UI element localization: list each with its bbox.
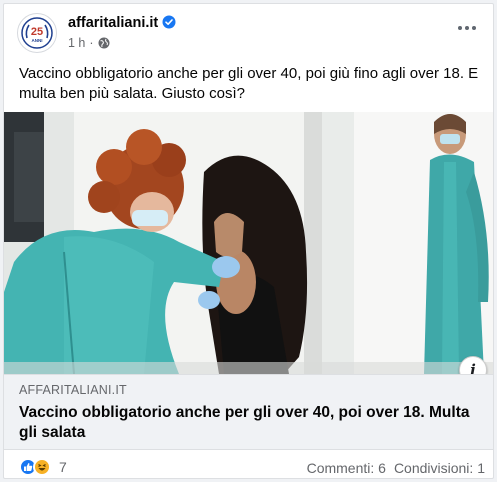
- page-name-link[interactable]: affaritaliani.it: [68, 15, 158, 31]
- post-text: Vaccino obbligatorio anche per gli over …: [19, 65, 479, 102]
- vaccination-photo: [4, 112, 493, 374]
- meta-separator: ·: [89, 36, 94, 50]
- post-header: 25 ANNI affaritaliani.it 1 h ·: [4, 4, 493, 60]
- anniversary-logo-icon: 25 ANNI: [21, 17, 53, 49]
- link-title: Vaccino obbligatorio anche per gli over …: [19, 404, 470, 441]
- globe-icon: [98, 37, 110, 49]
- link-domain: AFFARITALIANI.IT: [19, 383, 127, 397]
- haha-icon: [33, 458, 51, 476]
- dot: [472, 26, 476, 30]
- verified-badge-icon: [162, 15, 176, 29]
- link-preview[interactable]: AFFARITALIANI.IT Vaccino obbligatorio an…: [4, 374, 493, 450]
- avatar-number: 25: [31, 26, 43, 38]
- more-options-icon[interactable]: [455, 18, 479, 38]
- post-footer: 7 Commenti: 6 Condivisioni: 1: [4, 454, 493, 478]
- avatar-subtext: ANNI: [32, 38, 43, 43]
- reaction-count: 7: [59, 459, 67, 475]
- post-card: 25 ANNI affaritaliani.it 1 h · Vaccino o…: [3, 3, 494, 479]
- page-avatar[interactable]: 25 ANNI: [17, 13, 57, 53]
- post-timestamp[interactable]: 1 h: [68, 36, 85, 50]
- reactions-summary[interactable]: 7: [19, 458, 67, 476]
- dot: [458, 26, 462, 30]
- comments-count-link[interactable]: Commenti: 6: [307, 460, 386, 476]
- post-image[interactable]: i: [4, 112, 493, 374]
- post-meta: 1 h ·: [68, 36, 110, 50]
- page-name-row: affaritaliani.it: [68, 15, 176, 31]
- shares-count-link[interactable]: Condivisioni: 1: [394, 460, 485, 476]
- dot: [465, 26, 469, 30]
- engagement-stats: Commenti: 6 Condivisioni: 1: [307, 460, 485, 476]
